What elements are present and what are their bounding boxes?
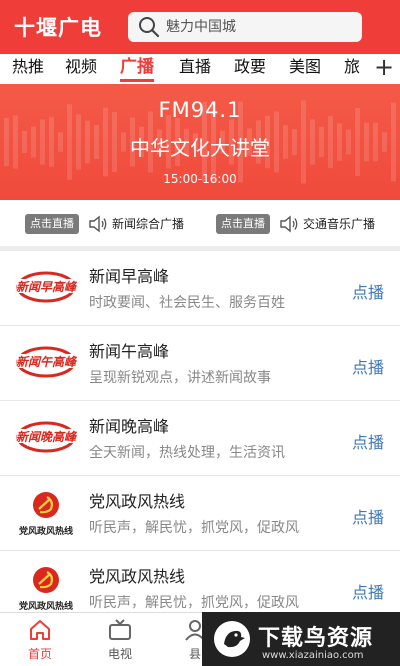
program-title: 党风政风热线: [89, 567, 186, 586]
program-title: 党风政风热线: [89, 492, 186, 511]
search-bar[interactable]: [128, 12, 362, 42]
tab-radio[interactable]: 广播: [120, 54, 154, 82]
banner-time: 15:00-16:00: [163, 172, 237, 186]
svg-text:党风政风热线: 党风政风热线: [19, 525, 73, 537]
watermark-text: 下载鸟资源: [258, 626, 374, 651]
party-emblem-logo: 党风政风热线: [19, 492, 73, 537]
tab-politics[interactable]: 政要: [234, 54, 266, 82]
tab-travel[interactable]: 旅: [344, 54, 360, 82]
list-item[interactable]: 新闻晚高峰 新闻晚高峰 全天新闻，热线处理，生活资讯 点播: [0, 401, 400, 476]
live-button[interactable]: 点击直播: [216, 214, 270, 234]
news-peak-logo: 新闻早高峰: [16, 271, 78, 303]
on-demand-button[interactable]: 点播: [352, 579, 384, 603]
program-description: 呈现新锐观点，讲述新闻故事: [89, 370, 271, 386]
watermark-url: www.xiazainiao.com: [262, 650, 364, 661]
tab-hot[interactable]: 热推: [12, 54, 44, 82]
on-demand-button[interactable]: 点播: [352, 354, 384, 378]
program-description: 时政要闻、社会民生、服务百姓: [89, 295, 285, 311]
party-emblem-logo: 党风政风热线: [19, 567, 73, 612]
news-peak-logo: 新闻午高峰: [16, 346, 78, 378]
list-item[interactable]: 新闻早高峰 新闻早高峰 时政要闻、社会民生、服务百姓 点播: [0, 251, 400, 326]
program-description: 听民声，解民忧，抓党风，促政风: [89, 595, 299, 611]
station-name[interactable]: 新闻综合广播: [112, 214, 184, 234]
svg-text:党风政风热线: 党风政风热线: [19, 600, 73, 612]
category-tabs: 热推 视频 广播 直播 政要 美图 旅 +: [0, 54, 400, 82]
tab-live[interactable]: 直播: [179, 54, 211, 82]
tv-icon: [109, 619, 131, 640]
program-title: 新闻午高峰: [89, 342, 170, 361]
speaker-icon: [280, 215, 298, 233]
list-item[interactable]: 新闻午高峰 新闻午高峰 呈现新锐观点，讲述新闻故事 点播: [0, 326, 400, 401]
search-icon: [139, 17, 160, 38]
banner-program: 中华文化大讲堂: [130, 136, 270, 160]
now-playing-banner[interactable]: FM94.1 中华文化大讲堂 15:00-16:00: [0, 84, 400, 200]
home-icon: [30, 620, 50, 640]
news-peak-logo: 新闻晚高峰: [16, 421, 78, 453]
search-input[interactable]: [166, 19, 346, 35]
bottom-tab-label: 首页: [27, 647, 52, 661]
on-demand-button[interactable]: 点播: [352, 504, 384, 528]
app-header: 十堰广电: [0, 0, 400, 54]
svg-text:新闻早高峰: 新闻早高峰: [16, 280, 78, 294]
on-demand-button[interactable]: 点播: [352, 429, 384, 453]
list-item[interactable]: 党风政风热线 党风政风热线 听民声，解民忧，抓党风，促政风 点播: [0, 476, 400, 551]
tab-video[interactable]: 视频: [65, 54, 97, 82]
app-title: 十堰广电: [14, 16, 102, 40]
station-name[interactable]: 交通音乐广播: [303, 214, 375, 234]
watermark-badge: 下载鸟资源 www.xiazainiao.com: [202, 612, 400, 666]
bottom-tab-label: 电视: [107, 647, 132, 661]
banner-frequency: FM94.1: [158, 98, 242, 122]
svg-text:新闻午高峰: 新闻午高峰: [16, 355, 78, 369]
add-channel-button[interactable]: +: [368, 54, 400, 82]
live-button[interactable]: 点击直播: [25, 214, 79, 234]
svg-text:新闻晚高峰: 新闻晚高峰: [16, 430, 78, 444]
program-title: 新闻晚高峰: [89, 417, 170, 436]
bottom-tab-tv[interactable]: 电视: [90, 613, 150, 666]
speaker-icon: [89, 215, 107, 233]
program-title: 新闻早高峰: [89, 267, 170, 286]
tab-photos[interactable]: 美图: [289, 54, 321, 82]
bottom-tab-home[interactable]: 首页: [10, 613, 70, 666]
bird-logo-icon: [214, 621, 250, 657]
live-stations: 点击直播 新闻综合广播 点击直播 交通音乐广播: [0, 206, 400, 242]
program-description: 全天新闻，热线处理，生活资讯: [89, 445, 285, 461]
program-description: 听民声，解民忧，抓党风，促政风: [89, 520, 299, 536]
on-demand-button[interactable]: 点播: [352, 279, 384, 303]
